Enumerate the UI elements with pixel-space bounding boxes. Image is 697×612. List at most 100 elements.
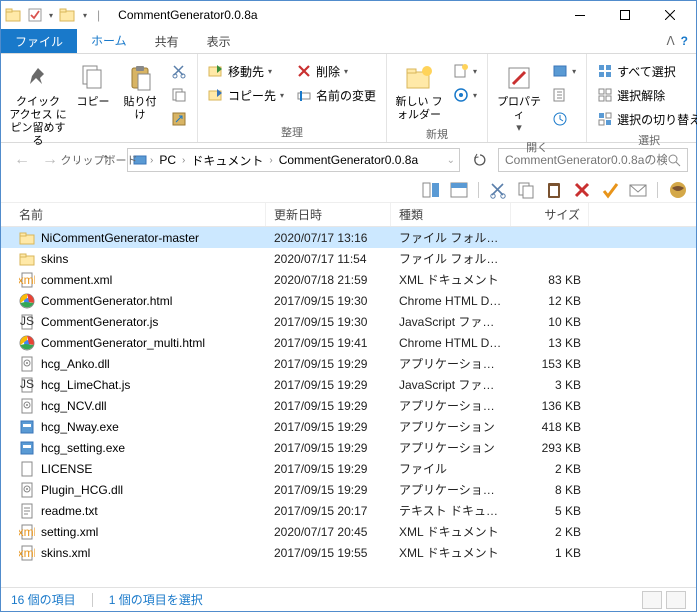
table-row[interactable]: xmlskins.xml2017/09/15 19:55XML ドキュメント1 … <box>1 542 696 563</box>
cut-toolbar-icon[interactable] <box>489 181 507 199</box>
copy-to-button[interactable]: コピー先▾ <box>204 84 288 106</box>
group-organize: 移動先▾ コピー先▾ 削除▾ 名前の変更 整理 <box>198 54 387 142</box>
file-type: XML ドキュメント <box>391 544 511 561</box>
table-row[interactable]: JShcg_LimeChat.js2017/09/15 19:29JavaScr… <box>1 374 696 395</box>
view-details-button[interactable] <box>642 591 662 609</box>
group-clipboard: クイック アクセス にピン留めする コピー 貼り付け クリップボード <box>1 54 198 142</box>
paste-toolbar-icon[interactable] <box>545 181 563 199</box>
file-size: 153 KB <box>511 357 589 371</box>
table-row[interactable]: xmlsetting.xml2020/07/17 20:45XML ドキュメント… <box>1 521 696 542</box>
breadcrumb-dropdown-icon[interactable]: ⌄ <box>447 155 455 166</box>
shortcut-icon <box>171 111 187 127</box>
svg-text:xml: xml <box>19 525 35 539</box>
globe-icon[interactable] <box>668 180 688 200</box>
edit-button[interactable] <box>548 84 580 106</box>
table-row[interactable]: hcg_Nway.exe2017/09/15 19:29アプリケーション418 … <box>1 416 696 437</box>
table-row[interactable]: Plugin_HCG.dll2017/09/15 19:29アプリケーション拡張… <box>1 479 696 500</box>
file-date: 2017/09/15 19:30 <box>266 315 391 329</box>
file-type: XML ドキュメント <box>391 271 511 288</box>
file-name: Plugin_HCG.dll <box>41 483 123 497</box>
file-name: CommentGenerator.js <box>41 315 158 329</box>
ribbon: クイック アクセス にピン留めする コピー 貼り付け クリップボード 移動先▾ … <box>1 53 696 143</box>
qat-dropdown2-icon[interactable]: ▾ <box>83 11 87 20</box>
selectnone-icon <box>597 87 613 103</box>
file-type-icon <box>19 419 35 435</box>
view-large-button[interactable] <box>666 591 686 609</box>
new-folder-button[interactable]: 新しい フォルダー <box>393 60 445 124</box>
table-row[interactable]: xmlcomment.xml2020/07/18 21:59XML ドキュメント… <box>1 269 696 290</box>
table-row[interactable]: CommentGenerator.html2017/09/15 19:30Chr… <box>1 290 696 311</box>
breadcrumb-folder[interactable]: CommentGenerator0.0.8a <box>275 153 422 167</box>
file-name: CommentGenerator.html <box>41 294 172 308</box>
col-name[interactable]: 名前 <box>1 203 266 226</box>
properties-button[interactable]: プロパティ▾ <box>494 60 544 137</box>
file-type-icon: xml <box>19 524 35 540</box>
delete-icon <box>296 63 312 79</box>
easy-access-button[interactable]: ▾ <box>449 84 481 106</box>
table-row[interactable]: CommentGenerator_multi.html2017/09/15 19… <box>1 332 696 353</box>
cut-button[interactable] <box>167 60 191 82</box>
table-row[interactable]: JSCommentGenerator.js2017/09/15 19:30Jav… <box>1 311 696 332</box>
paste-shortcut-button[interactable] <box>167 108 191 130</box>
table-row[interactable]: LICENSE2017/09/15 19:29ファイル2 KB <box>1 458 696 479</box>
paste-button[interactable]: 貼り付け <box>117 60 163 124</box>
moveto-icon <box>208 63 224 79</box>
file-size: 418 KB <box>511 420 589 434</box>
tab-share[interactable]: 共有 <box>141 29 193 53</box>
group-open: プロパティ▾ ▾ 開く <box>488 54 587 142</box>
move-to-button[interactable]: 移動先▾ <box>204 60 288 82</box>
qat-dropdown-icon[interactable]: ▾ <box>49 11 53 20</box>
breadcrumb-documents[interactable]: ドキュメント <box>187 152 267 169</box>
checkbox-icon[interactable] <box>27 7 43 23</box>
folder-back-icon[interactable] <box>5 7 21 23</box>
table-row[interactable]: hcg_NCV.dll2017/09/15 19:29アプリケーション拡張136… <box>1 395 696 416</box>
help-icon[interactable]: ? <box>681 34 688 48</box>
svg-text:JS: JS <box>20 314 34 328</box>
file-name: skins <box>41 252 68 266</box>
invert-selection-button[interactable]: 選択の切り替え <box>593 108 697 130</box>
table-row[interactable]: hcg_Anko.dll2017/09/15 19:29アプリケーション拡張15… <box>1 353 696 374</box>
refresh-button[interactable] <box>468 148 492 172</box>
file-type-icon <box>19 335 35 351</box>
file-type: アプリケーション拡張 <box>391 481 511 498</box>
file-name: hcg_Nway.exe <box>41 420 119 434</box>
ribbon-collapse-icon[interactable]: ᐱ <box>666 34 674 48</box>
file-type: アプリケーション拡張 <box>391 397 511 414</box>
col-type[interactable]: 種類 <box>391 203 511 226</box>
scissors-icon <box>171 63 187 79</box>
tab-file[interactable]: ファイル <box>1 29 77 53</box>
new-item-button[interactable]: ▾ <box>449 60 481 82</box>
tab-view[interactable]: 表示 <box>193 29 245 53</box>
file-size: 136 KB <box>511 399 589 413</box>
copyto-icon <box>208 87 224 103</box>
tab-home[interactable]: ホーム <box>77 29 141 53</box>
minimize-button[interactable] <box>557 1 602 29</box>
new-item-icon <box>453 63 469 79</box>
select-none-button[interactable]: 選択解除 <box>593 84 697 106</box>
delete-button[interactable]: 削除▾ <box>292 60 380 82</box>
table-row[interactable]: skins2020/07/17 11:54ファイル フォルダー <box>1 248 696 269</box>
view1-icon[interactable] <box>422 181 440 199</box>
history-button[interactable] <box>548 108 580 130</box>
mail-toolbar-icon[interactable] <box>629 181 647 199</box>
check-toolbar-icon[interactable] <box>601 181 619 199</box>
table-row[interactable]: NiCommentGenerator-master2020/07/17 13:1… <box>1 227 696 248</box>
col-size[interactable]: サイズ <box>511 203 589 226</box>
copy-path-icon <box>171 87 187 103</box>
open-button[interactable]: ▾ <box>548 60 580 82</box>
select-all-button[interactable]: すべて選択 <box>593 60 697 82</box>
pin-quick-access-button[interactable]: クイック アクセス にピン留めする <box>7 60 69 150</box>
rename-button[interactable]: 名前の変更 <box>292 84 380 106</box>
copy-path-button[interactable] <box>167 84 191 106</box>
maximize-button[interactable] <box>602 1 647 29</box>
table-row[interactable]: readme.txt2017/09/15 20:17テキスト ドキュメント5 K… <box>1 500 696 521</box>
copy-toolbar-icon[interactable] <box>517 181 535 199</box>
delete-toolbar-icon[interactable] <box>573 181 591 199</box>
file-type-icon <box>19 440 35 456</box>
table-row[interactable]: hcg_setting.exe2017/09/15 19:29アプリケーション2… <box>1 437 696 458</box>
copy-button[interactable]: コピー <box>73 60 113 111</box>
view2-icon[interactable] <box>450 181 468 199</box>
file-name: hcg_NCV.dll <box>41 399 107 413</box>
close-button[interactable] <box>647 1 692 29</box>
col-date[interactable]: 更新日時 <box>266 203 391 226</box>
